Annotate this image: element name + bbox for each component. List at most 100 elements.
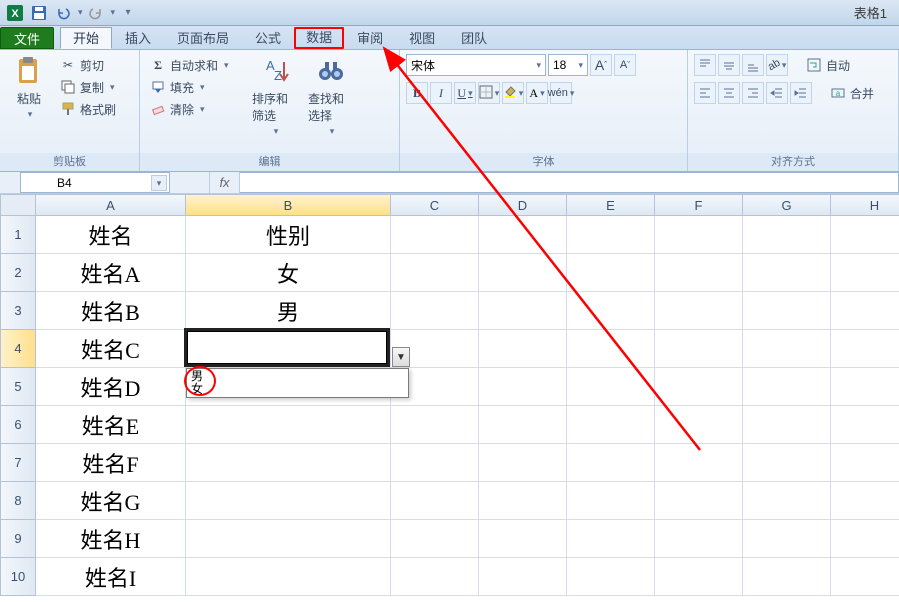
underline-dropdown-icon[interactable]: ▾ — [468, 88, 473, 99]
phonetic-dropdown-icon[interactable]: ▾ — [570, 88, 575, 99]
decrease-indent-button[interactable] — [766, 82, 788, 104]
fx-icon[interactable]: fx — [210, 172, 240, 193]
autosum-dropdown-icon[interactable]: ▾ — [224, 60, 229, 71]
paste-dropdown-icon[interactable]: ▾ — [28, 109, 33, 120]
cell-A9[interactable]: 姓名H — [36, 520, 186, 558]
clear-dropdown-icon[interactable]: ▾ — [200, 104, 205, 115]
cell-B8[interactable] — [186, 482, 391, 520]
cell-B9[interactable] — [186, 520, 391, 558]
cell-E2[interactable] — [567, 254, 655, 292]
borders-dropdown-icon[interactable]: ▾ — [495, 88, 500, 99]
cell-G7[interactable] — [743, 444, 831, 482]
cell-F6[interactable] — [655, 406, 743, 444]
increase-font-button[interactable]: Aˆ — [590, 54, 612, 76]
cell-A4[interactable]: 姓名C — [36, 330, 186, 368]
align-left-button[interactable] — [694, 82, 716, 104]
cell-A1[interactable]: 姓名 — [36, 216, 186, 254]
cell-G4[interactable] — [743, 330, 831, 368]
cell-F1[interactable] — [655, 216, 743, 254]
cell-C9[interactable] — [391, 520, 479, 558]
cell-E9[interactable] — [567, 520, 655, 558]
redo-icon[interactable] — [85, 3, 107, 23]
cell-F2[interactable] — [655, 254, 743, 292]
cell-D7[interactable] — [479, 444, 567, 482]
fillcolor-dropdown-icon[interactable]: ▾ — [519, 88, 524, 99]
borders-button[interactable]: ▾ — [478, 82, 500, 104]
redo-dropdown-icon[interactable]: ▾ — [111, 7, 116, 18]
increase-indent-button[interactable] — [790, 82, 812, 104]
cell-B4[interactable] — [186, 330, 391, 368]
fill-button[interactable]: 填充 ▾ — [146, 76, 246, 98]
bold-button[interactable]: B — [406, 82, 428, 104]
row-header-10[interactable]: 10 — [0, 558, 36, 596]
grid-area[interactable]: 姓名性别姓名A女姓名B男姓名C姓名D姓名E姓名F姓名G姓名H姓名I ▼ 男女 — [36, 216, 899, 596]
cell-E6[interactable] — [567, 406, 655, 444]
cell-E4[interactable] — [567, 330, 655, 368]
cell-E10[interactable] — [567, 558, 655, 596]
row-header-5[interactable]: 5 — [0, 368, 36, 406]
cell-G8[interactable] — [743, 482, 831, 520]
select-all-corner[interactable] — [0, 194, 36, 216]
cell-D2[interactable] — [479, 254, 567, 292]
fontcolor-dropdown-icon[interactable]: ▾ — [540, 88, 545, 99]
find-select-button[interactable]: 查找和选择 ▾ — [308, 54, 354, 137]
qat-customize-icon[interactable]: ▾ — [117, 3, 139, 23]
cell-H6[interactable] — [831, 406, 899, 444]
align-center-button[interactable] — [718, 82, 740, 104]
cell-G1[interactable] — [743, 216, 831, 254]
tab-home[interactable]: 开始 — [60, 27, 112, 49]
cell-C1[interactable] — [391, 216, 479, 254]
row-header-2[interactable]: 2 — [0, 254, 36, 292]
cell-H7[interactable] — [831, 444, 899, 482]
phonetic-button[interactable]: wén ▾ — [550, 82, 572, 104]
column-header-A[interactable]: A — [36, 194, 186, 216]
data-validation-dropdown-button[interactable]: ▼ — [392, 347, 410, 367]
cell-D9[interactable] — [479, 520, 567, 558]
cell-G2[interactable] — [743, 254, 831, 292]
tab-page-layout[interactable]: 页面布局 — [164, 27, 242, 49]
orientation-dropdown-icon[interactable]: ▾ — [782, 60, 787, 71]
cell-H2[interactable] — [831, 254, 899, 292]
row-header-3[interactable]: 3 — [0, 292, 36, 330]
undo-icon[interactable] — [52, 3, 74, 23]
cell-H10[interactable] — [831, 558, 899, 596]
sort-dropdown-icon[interactable]: ▾ — [274, 126, 279, 137]
font-name-select[interactable]: 宋体 ▾ — [406, 54, 546, 76]
cell-E7[interactable] — [567, 444, 655, 482]
name-box[interactable]: B4 ▾ — [20, 172, 170, 193]
tab-data[interactable]: 数据 — [294, 27, 344, 49]
clear-button[interactable]: 清除 ▾ — [146, 98, 246, 120]
cell-D8[interactable] — [479, 482, 567, 520]
cell-D4[interactable] — [479, 330, 567, 368]
align-right-button[interactable] — [742, 82, 764, 104]
cell-C6[interactable] — [391, 406, 479, 444]
tab-formulas[interactable]: 公式 — [242, 27, 294, 49]
cell-F3[interactable] — [655, 292, 743, 330]
cell-B7[interactable] — [186, 444, 391, 482]
file-menu-button[interactable]: 文件 — [0, 27, 54, 49]
cell-C3[interactable] — [391, 292, 479, 330]
save-icon[interactable] — [28, 3, 50, 23]
row-header-4[interactable]: 4 — [0, 330, 36, 368]
cell-G6[interactable] — [743, 406, 831, 444]
cell-H5[interactable] — [831, 368, 899, 406]
cell-H9[interactable] — [831, 520, 899, 558]
column-header-B[interactable]: B — [186, 194, 391, 216]
undo-dropdown-icon[interactable]: ▾ — [78, 7, 83, 18]
row-header-6[interactable]: 6 — [0, 406, 36, 444]
data-validation-dropdown-list[interactable]: 男女 — [186, 368, 409, 398]
column-header-H[interactable]: H — [831, 194, 899, 216]
underline-button[interactable]: U▾ — [454, 82, 476, 104]
cell-A5[interactable]: 姓名D — [36, 368, 186, 406]
cell-D1[interactable] — [479, 216, 567, 254]
cell-G3[interactable] — [743, 292, 831, 330]
orientation-button[interactable]: ab▾ — [766, 54, 788, 76]
cell-F9[interactable] — [655, 520, 743, 558]
row-header-8[interactable]: 8 — [0, 482, 36, 520]
cell-C8[interactable] — [391, 482, 479, 520]
cell-A6[interactable]: 姓名E — [36, 406, 186, 444]
cell-C10[interactable] — [391, 558, 479, 596]
align-bottom-button[interactable] — [742, 54, 764, 76]
cell-H1[interactable] — [831, 216, 899, 254]
font-size-select[interactable]: 18 ▾ — [548, 54, 588, 76]
